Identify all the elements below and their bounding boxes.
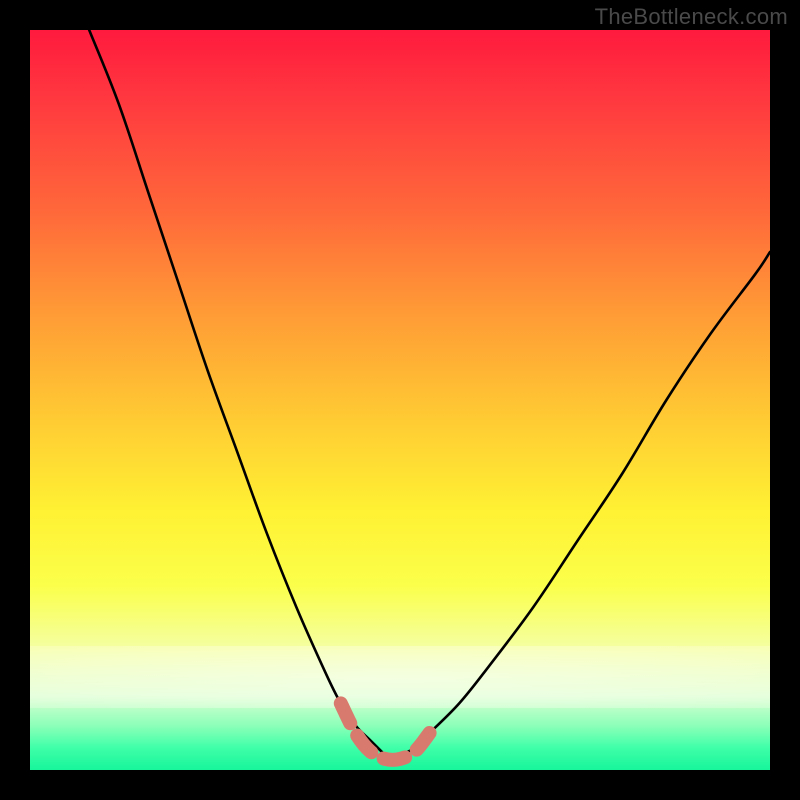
- trough-highlight: [341, 703, 430, 759]
- right-curve: [400, 252, 770, 755]
- plot-area: [30, 30, 770, 770]
- chart-stage: TheBottleneck.com: [0, 0, 800, 800]
- watermark-text: TheBottleneck.com: [595, 4, 788, 30]
- left-curve: [89, 30, 385, 755]
- curve-group: [89, 30, 770, 760]
- curves-svg: [30, 30, 770, 770]
